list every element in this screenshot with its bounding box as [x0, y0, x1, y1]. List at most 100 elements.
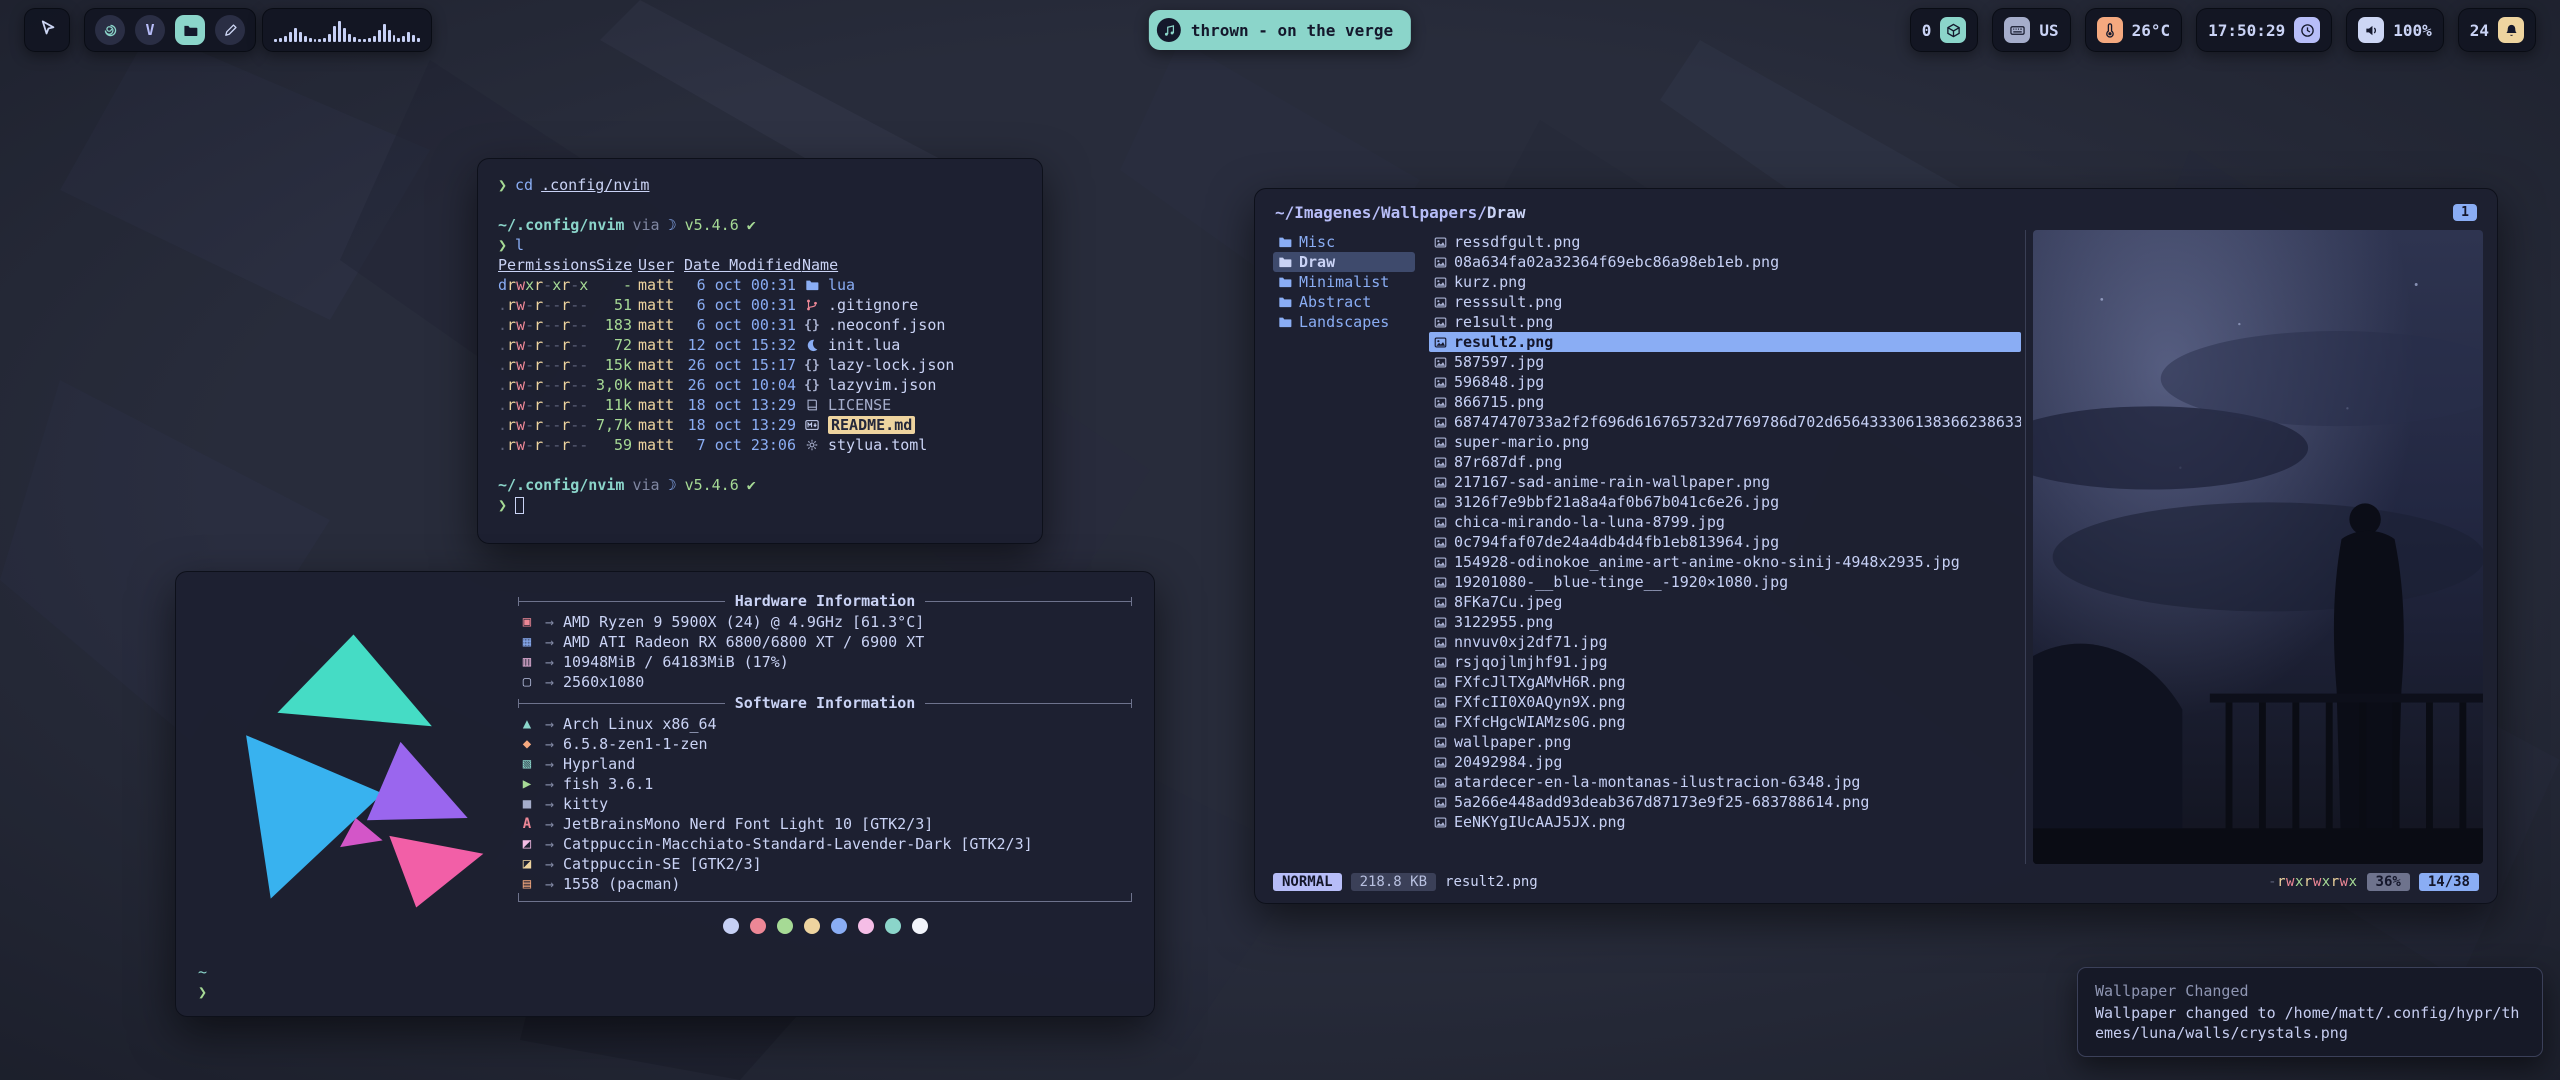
file-date: 7 oct 23:06: [684, 436, 796, 454]
file-row[interactable]: resssult.png: [1429, 292, 2021, 312]
color-palette: [518, 908, 1132, 934]
file-row[interactable]: nnvuv0xj2df71.jpg: [1429, 632, 2021, 652]
terminal-icon: ■: [518, 796, 536, 812]
fetch-value: 10948MiB / 64183MiB (17%): [563, 653, 789, 671]
file-row[interactable]: re1sult.png: [1429, 312, 2021, 332]
file-row[interactable]: 154928-odinokoe_anime-art-anime-okno-sin…: [1429, 552, 2021, 572]
file-size: 15k: [596, 356, 632, 374]
file-size: 59: [596, 436, 632, 454]
arrow-icon: →: [545, 855, 554, 873]
visualizer-bar: [407, 32, 410, 42]
folder-name: Abstract: [1299, 293, 1371, 311]
braces-icon: {}: [802, 358, 822, 373]
prompt-path-line: ~/.config/nvimvia☽v5.4.6✔: [498, 215, 1022, 235]
terminal-window-nvim[interactable]: ❯cd.config/nvim ~/.config/nvimvia☽v5.4.6…: [477, 158, 1043, 544]
file-row[interactable]: FXfcHgcWIAMzs0G.png: [1429, 712, 2021, 732]
file-row[interactable]: 3126f7e9bbf21a8a4af0b67b041c6e26.jpg: [1429, 492, 2021, 512]
file-date: 26 oct 15:17: [684, 356, 796, 374]
file-row[interactable]: 596848.jpg: [1429, 372, 2021, 392]
file-row[interactable]: 3122955.png: [1429, 612, 2021, 632]
notification-popup[interactable]: Wallpaper Changed Wallpaper changed to /…: [2077, 967, 2543, 1057]
file-row[interactable]: result2.png: [1429, 332, 2021, 352]
palette-dot: [750, 918, 766, 934]
file-row[interactable]: 68747470733a2f2f696d616765732d7769786d70…: [1429, 412, 2021, 432]
workspace-button-files[interactable]: [175, 15, 205, 45]
image-icon: [1434, 416, 1447, 429]
media-player-pill[interactable]: thrown - on the verge: [1149, 10, 1411, 50]
file-row[interactable]: 20492984.jpg: [1429, 752, 2021, 772]
folder-name: Landscapes: [1299, 313, 1389, 331]
via-label: via: [632, 476, 659, 494]
arrow-icon: →: [545, 835, 554, 853]
breadcrumb: ~/Imagenes/Wallpapers/Draw: [1275, 203, 1525, 222]
sidebar-folder-draw[interactable]: Draw: [1273, 252, 1415, 272]
file-row[interactable]: 217167-sad-anime-rain-wallpaper.png: [1429, 472, 2021, 492]
palette-dot: [831, 918, 847, 934]
file-row[interactable]: 866715.png: [1429, 392, 2021, 412]
module-value: 17:50:29: [2208, 21, 2285, 40]
file-name: atardecer-en-la-montanas-ilustracion-634…: [1454, 773, 1860, 791]
file-name: rsjqojlmjhf91.jpg: [1454, 653, 1608, 671]
file-row[interactable]: chica-mirando-la-luna-8799.jpg: [1429, 512, 2021, 532]
file-name: FXfcHgcWIAMzs0G.png: [1454, 713, 1626, 731]
file-row[interactable]: ressdfgult.png: [1429, 232, 2021, 252]
module-keyboard-layout[interactable]: US: [1992, 8, 2070, 52]
os-icon: ▲: [518, 716, 536, 732]
file-row[interactable]: 5a266e448add93deab367d87173e9f25-6837886…: [1429, 792, 2021, 812]
sidebar-folder-minimalist[interactable]: Minimalist: [1273, 272, 1415, 292]
file-row[interactable]: kurz.png: [1429, 272, 2021, 292]
palette-dot: [723, 918, 739, 934]
fetch-terminal-window[interactable]: Hardware Information▣→AMD Ryzen 9 5900X …: [175, 571, 1155, 1017]
module-value: US: [2039, 21, 2058, 40]
file-row[interactable]: 8FKa7Cu.jpeg: [1429, 592, 2021, 612]
file-row[interactable]: FXfcII0X0AQyn9X.png: [1429, 692, 2021, 712]
status-modules: 0 US 26°C 17:50:29 100% 24: [1910, 0, 2536, 60]
visualizer-bar: [412, 35, 415, 42]
tab-badge[interactable]: 1: [2453, 204, 2477, 221]
image-icon: [1434, 536, 1447, 549]
file-row[interactable]: 08a634fa02a32364f69ebc86a98eb1eb.png: [1429, 252, 2021, 272]
image-icon: [1434, 816, 1447, 829]
file-owner: matt: [638, 416, 678, 434]
notification-title: Wallpaper Changed: [2095, 981, 2525, 1001]
module-clock[interactable]: 17:50:29: [2196, 8, 2332, 52]
file-row[interactable]: FXfcJlTXgAMvH6R.png: [1429, 672, 2021, 692]
visualizer-bar: [378, 30, 381, 42]
fetch-value: Hyprland: [563, 755, 635, 773]
status-bar: NORMAL 218.8 KB result2.png -rwxrwxrwx 3…: [1269, 873, 2483, 891]
workspace-button-vivaldi[interactable]: V: [135, 15, 165, 45]
file-manager-window[interactable]: ~/Imagenes/Wallpapers/Draw 1 MiscDrawMin…: [1254, 188, 2498, 904]
file-row[interactable]: super-mario.png: [1429, 432, 2021, 452]
sidebar-folder-misc[interactable]: Misc: [1273, 232, 1415, 252]
resolution-icon: ▢: [518, 674, 536, 690]
module-notifications[interactable]: 24: [2458, 8, 2536, 52]
image-icon: [1434, 656, 1447, 669]
visualizer-bar: [338, 21, 341, 42]
file-date: 6 oct 00:31: [684, 276, 796, 294]
shell-icon: ▶: [518, 776, 536, 792]
file-row[interactable]: rsjqojlmjhf91.jpg: [1429, 652, 2021, 672]
sidebar-folder-landscapes[interactable]: Landscapes: [1273, 312, 1415, 332]
file-row[interactable]: atardecer-en-la-montanas-ilustracion-634…: [1429, 772, 2021, 792]
module-temperature[interactable]: 26°C: [2085, 8, 2183, 52]
launcher-button[interactable]: [24, 8, 70, 52]
module-volume[interactable]: 100%: [2346, 8, 2444, 52]
fetch-info: Hardware Information▣→AMD Ryzen 9 5900X …: [518, 586, 1132, 956]
workspace-button-swirl[interactable]: [95, 15, 125, 45]
visualizer-bar: [373, 36, 376, 42]
sidebar-folder-abstract[interactable]: Abstract: [1273, 292, 1415, 312]
status-filename: result2.png: [1445, 874, 1538, 890]
via-label: via: [632, 216, 659, 234]
fetch-prompt: ~ ❯: [198, 956, 1132, 1002]
workspace-button-editor[interactable]: [215, 15, 245, 45]
prompt-path-line: ~/.config/nvimvia☽v5.4.6✔: [498, 475, 1022, 495]
file-row[interactable]: 19201080-__blue-tinge__-1920×1080.jpg: [1429, 572, 2021, 592]
file-row[interactable]: 587597.jpg: [1429, 352, 2021, 372]
file-row[interactable]: 0c794faf07de24a4db4d4fb1eb813964.jpg: [1429, 532, 2021, 552]
file-row[interactable]: 87r687df.png: [1429, 452, 2021, 472]
gpu-icon: ▦: [518, 634, 536, 650]
module-updates[interactable]: 0: [1910, 8, 1979, 52]
visualizer-bar: [294, 28, 297, 42]
file-row[interactable]: EeNKYgIUcAAJ5JX.png: [1429, 812, 2021, 832]
file-row[interactable]: wallpaper.png: [1429, 732, 2021, 752]
